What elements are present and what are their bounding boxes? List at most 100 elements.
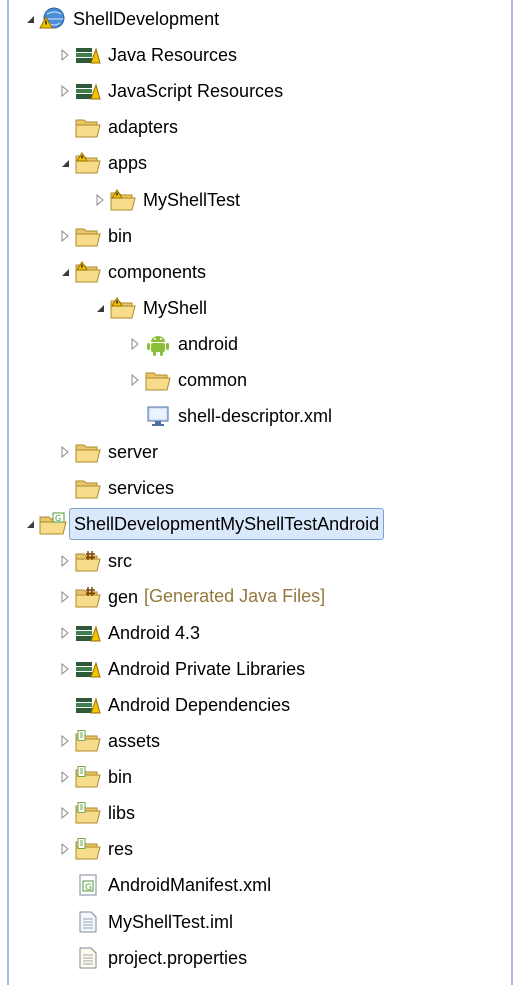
collapsed-arrow-icon[interactable] [56, 616, 74, 650]
library-icon [74, 77, 102, 105]
expanded-arrow-icon[interactable] [21, 2, 39, 36]
collapsed-arrow-icon[interactable] [56, 219, 74, 253]
expanded-arrow-icon[interactable] [91, 291, 109, 325]
tree-item-apps[interactable]: apps [56, 146, 147, 180]
collapsed-arrow-icon[interactable] [56, 38, 74, 72]
tree-item-android[interactable]: android [126, 327, 238, 361]
monitor-xml-icon [144, 402, 172, 430]
tree-item-android-4-3[interactable]: Android 4.3 [56, 616, 200, 650]
project-warning-icon [39, 5, 67, 33]
tree-item-res[interactable]: res [56, 832, 133, 866]
tree-item-label: assets [108, 731, 161, 751]
tree-item-javascript-resources[interactable]: JavaScript Resources [56, 74, 283, 108]
source-folder-icon [74, 583, 102, 611]
tree-twisty-spacer [56, 688, 74, 722]
tree-item-label: common [178, 370, 248, 390]
android-manifest-icon: G [74, 871, 102, 899]
tree-item-bin[interactable]: bin [56, 219, 132, 253]
tree-item-libs[interactable]: libs [56, 796, 135, 830]
collapsed-arrow-icon[interactable] [56, 832, 74, 866]
tree-item-android-dependencies[interactable]: Android Dependencies [56, 688, 290, 722]
tree-item-label: android [178, 333, 239, 354]
tree-item-shelldevelopmentmyshelltestandroid[interactable]: G ShellDevelopmentMyShellTestAndroid [21, 507, 385, 541]
expanded-arrow-icon[interactable] [21, 507, 39, 541]
tree-twisty-spacer [126, 399, 144, 433]
folder-icon [144, 366, 172, 394]
tree-item-gen[interactable]: gen [Generated Java Files] [56, 580, 325, 614]
collapsed-arrow-icon[interactable] [56, 760, 74, 794]
tree-item-label: shell-descriptor.xml [178, 406, 333, 427]
tree-twisty-spacer [56, 941, 74, 975]
android-project-icon: G [39, 510, 67, 538]
svg-text:G: G [85, 883, 92, 893]
tree-item-label: Android 4.3 [108, 622, 201, 643]
tree-item-myshelltest[interactable]: MyShellTest [91, 183, 240, 217]
folder-icon [74, 222, 102, 250]
tree-item-label: services [108, 478, 175, 499]
tree-item-label: libs [108, 803, 136, 824]
collapsed-arrow-icon[interactable] [56, 544, 74, 578]
tree-item-label: src [108, 550, 132, 571]
folder-linked-icon [74, 835, 102, 863]
tree-item-myshelltest-iml[interactable]: MyShellTest.iml [56, 905, 233, 939]
tree-item-label: AndroidManifest.xml [108, 875, 272, 896]
expanded-arrow-icon[interactable] [56, 146, 74, 180]
tree-item-label: ShellDevelopmentMyShellTestAndroid [69, 508, 385, 541]
tree-item-label: gen [108, 586, 139, 607]
folder-linked-icon [74, 727, 102, 755]
library-icon [74, 655, 102, 683]
tree-item-label: JavaScript Resources [108, 81, 284, 102]
collapsed-arrow-icon[interactable] [91, 183, 109, 217]
tree-item-shelldevelopment[interactable]: ShellDevelopment [21, 2, 219, 36]
collapsed-arrow-icon[interactable] [56, 652, 74, 686]
folder-warning-icon [74, 149, 102, 177]
tree-item-assets[interactable]: assets [56, 724, 160, 758]
tree-item-services[interactable]: services [56, 471, 174, 505]
tree-item-components[interactable]: components [56, 255, 206, 289]
tree-item-label: ShellDevelopment [73, 9, 220, 29]
library-icon [74, 41, 102, 69]
tree-item-project-properties[interactable]: project.properties [56, 941, 247, 975]
text-file-icon [74, 908, 102, 936]
tree-item-src[interactable]: src [56, 544, 132, 578]
project-explorer-tree: ShellDevelopment Java Resources JavaScript… [7, 0, 513, 985]
collapsed-arrow-icon[interactable] [56, 580, 74, 614]
folder-linked-icon [74, 799, 102, 827]
collapsed-arrow-icon[interactable] [56, 796, 74, 830]
android-icon [144, 330, 172, 358]
tree-item-label: server [108, 442, 159, 463]
tree-item-decoration: [Generated Java Files] [144, 586, 326, 607]
collapsed-arrow-icon[interactable] [126, 363, 144, 397]
source-folder-icon [74, 547, 102, 575]
tree-item-label: adapters [108, 117, 179, 138]
tree-item-label: MyShellTest.iml [108, 911, 234, 932]
collapsed-arrow-icon[interactable] [56, 74, 74, 108]
folder-warning-icon [109, 294, 137, 322]
tree-item-label: MyShell [143, 297, 208, 318]
tree-item-label: Android Private Libraries [108, 658, 306, 679]
tree-item-android-private-libraries[interactable]: Android Private Libraries [56, 652, 305, 686]
tree-item-adapters[interactable]: adapters [56, 110, 178, 144]
collapsed-arrow-icon[interactable] [56, 435, 74, 469]
tree-item-label: components [108, 261, 207, 282]
tree-item-androidmanifest[interactable]: G AndroidManifest.xml [56, 868, 271, 902]
collapsed-arrow-icon[interactable] [56, 724, 74, 758]
folder-linked-icon [74, 763, 102, 791]
folder-warning-icon [109, 186, 137, 214]
tree-item-label: res [108, 839, 134, 860]
tree-twisty-spacer [56, 905, 74, 939]
tree-item-java-resources[interactable]: Java Resources [56, 38, 237, 72]
tree-item-shell-descriptor[interactable]: shell-descriptor.xml [126, 399, 332, 433]
folder-icon [74, 438, 102, 466]
tree-item-myshell[interactable]: MyShell [91, 291, 207, 325]
tree-item-common[interactable]: common [126, 363, 247, 397]
tree-item-server[interactable]: server [56, 435, 158, 469]
tree-item-bin-android[interactable]: bin [56, 760, 132, 794]
tree-item-label: project.properties [108, 947, 248, 968]
collapsed-arrow-icon[interactable] [126, 327, 144, 361]
folder-icon [74, 113, 102, 141]
tree-item-label: bin [108, 767, 133, 788]
tree-item-label: Java Resources [108, 45, 238, 66]
expanded-arrow-icon[interactable] [56, 255, 74, 289]
folder-icon [74, 474, 102, 502]
